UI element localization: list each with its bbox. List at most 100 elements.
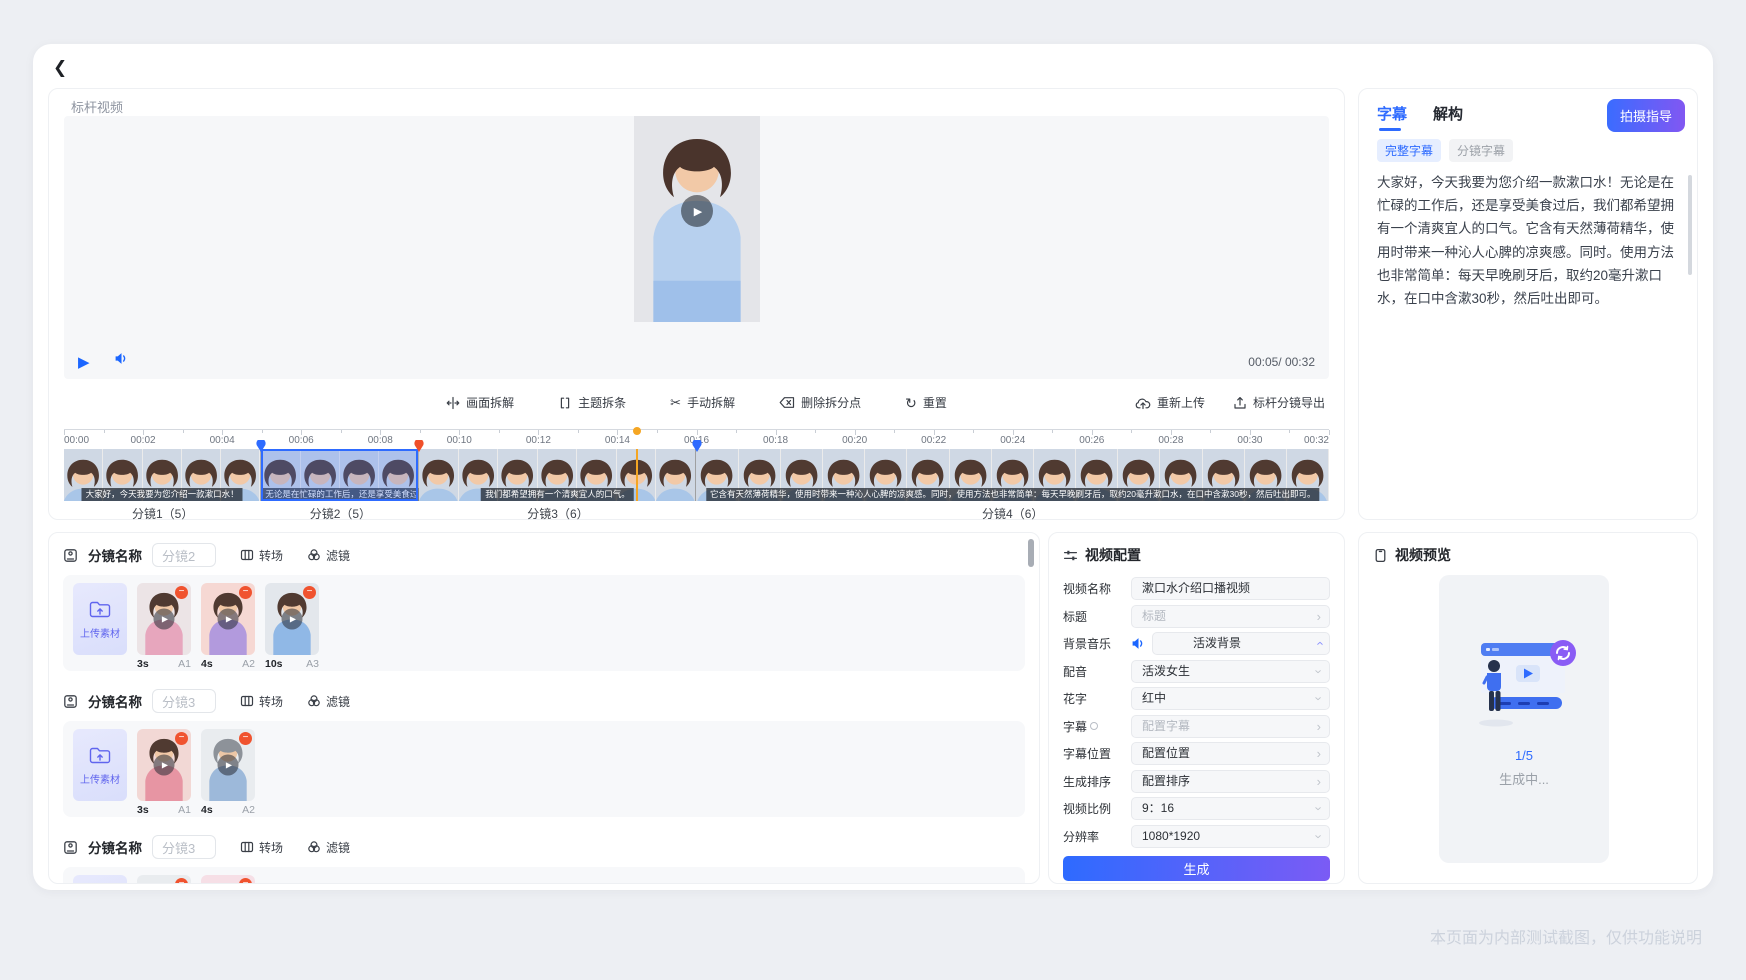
remove-clip-icon[interactable]: − — [303, 586, 316, 599]
config-field-value[interactable]: 漱口水介绍口播视频 — [1131, 577, 1330, 600]
transition-button[interactable]: 转场 — [240, 693, 283, 710]
shots-scrollbar[interactable] — [1028, 539, 1034, 567]
clip-card[interactable]: − ▶ 3s A1 — [137, 729, 191, 809]
clip-thumbnail[interactable]: − ▶ — [137, 583, 191, 655]
clip-tag: A1 — [178, 804, 191, 816]
toolbar-button[interactable]: 删除拆分点 — [779, 394, 861, 411]
config-field-label: 生成排序 — [1063, 773, 1131, 790]
config-field-value[interactable]: 配置排序› — [1131, 770, 1330, 793]
frame-thumbnail[interactable] — [419, 449, 458, 501]
toolbar-button[interactable]: 画面拆解 — [446, 394, 514, 411]
clip-thumbnail[interactable]: − ▶ — [137, 875, 191, 884]
ruler-tick — [1131, 430, 1132, 433]
subtitle-mode-chip[interactable]: 分镜字幕 — [1449, 139, 1513, 162]
clip-card[interactable]: − ▶ 3s A1 — [137, 583, 191, 663]
remove-clip-icon[interactable]: − — [175, 586, 188, 599]
subtitle-tab[interactable]: 解构 — [1433, 103, 1463, 131]
remove-clip-icon[interactable]: − — [175, 732, 188, 745]
play-button[interactable]: ▶ — [78, 353, 90, 371]
filter-button[interactable]: 滤镜 — [307, 547, 350, 564]
clip-card[interactable]: − ▶ — [137, 875, 191, 884]
video-player[interactable]: ▶ ▶ 00:05/ 00:32 — [64, 116, 1329, 379]
config-field-value[interactable]: 红中› — [1131, 687, 1330, 710]
ruler-tick — [262, 430, 263, 433]
clip-play-icon[interactable]: ▶ — [282, 609, 303, 630]
ruler-tick — [1289, 430, 1290, 433]
remove-clip-icon[interactable]: − — [239, 878, 252, 884]
footer-note: 本页面为内部测试截图，仅供功能说明 — [1430, 924, 1702, 948]
frame-thumbnail[interactable] — [261, 449, 300, 501]
clip-thumbnail[interactable]: − ▶ — [265, 583, 319, 655]
shot-name-input[interactable] — [152, 835, 216, 859]
upload-material-card[interactable]: 上传素材 — [73, 729, 127, 801]
config-field-value[interactable]: 1080*1920› — [1131, 825, 1330, 848]
clip-meta: 3s A1 — [137, 804, 191, 816]
clip-card[interactable]: − ▶ 10s A3 — [265, 583, 319, 663]
shot-row: 分镜名称 转场 滤镜 上传素材 − ▶ — [63, 689, 1025, 817]
frame-thumbnail[interactable] — [379, 449, 418, 501]
toolbar-button[interactable]: 标杆分镜导出 — [1233, 394, 1325, 411]
toolbar-button[interactable]: 重新上传 — [1135, 394, 1205, 411]
timeline-segment[interactable]: 它含有天然薄荷精华，使用时带来一种沁人心脾的凉爽感。同时，使用方法也非常简单：每… — [696, 449, 1329, 501]
timeline-segment[interactable]: 我们都希望拥有一个清爽宜人的口气。 — [419, 449, 696, 501]
video-frame[interactable]: ▶ — [634, 116, 760, 322]
clip-play-icon[interactable]: ▶ — [218, 609, 239, 630]
playhead-line[interactable] — [636, 449, 638, 501]
split-marker-end-icon[interactable] — [414, 439, 424, 451]
subtitle-mode-chip[interactable]: 完整字幕 — [1377, 139, 1441, 162]
full-subtitle-text: 大家好，今天我要为您介绍一款漱口水！无论是在忙碌的工作后，还是享受美食过后，我们… — [1377, 171, 1675, 503]
transition-icon — [240, 840, 254, 854]
clip-card[interactable]: − ▶ 4s A2 — [201, 729, 255, 809]
config-field-value[interactable]: 配置位置› — [1131, 742, 1330, 765]
config-field-value[interactable]: 活泼背景› — [1152, 632, 1330, 655]
transition-button[interactable]: 转场 — [240, 839, 283, 856]
playhead-marker-icon[interactable] — [633, 427, 641, 435]
toolbar-button[interactable]: ↻重置 — [905, 394, 947, 411]
shooting-guide-button[interactable]: 拍摄指导 — [1607, 99, 1685, 132]
shot-name-input[interactable] — [152, 689, 216, 713]
clip-play-icon[interactable]: ▶ — [218, 755, 239, 776]
speaker-icon[interactable] — [114, 352, 129, 370]
upload-material-card[interactable]: 上传素材 — [73, 583, 127, 655]
clip-card[interactable]: − ▶ — [201, 875, 255, 884]
filter-button[interactable]: 滤镜 — [307, 693, 350, 710]
clip-thumbnail[interactable]: − ▶ — [201, 875, 255, 884]
play-overlay-icon[interactable]: ▶ — [681, 195, 713, 227]
config-field-value[interactable]: 配置字幕› — [1131, 715, 1330, 738]
transition-button[interactable]: 转场 — [240, 547, 283, 564]
cloud-upload-icon — [1135, 396, 1151, 410]
split-marker-icon[interactable] — [692, 439, 702, 451]
back-button[interactable]: ❮ — [53, 58, 67, 78]
config-field-value[interactable]: 9：16› — [1131, 797, 1330, 820]
clip-duration: 4s — [201, 658, 213, 670]
clip-play-icon[interactable]: ▶ — [154, 755, 175, 776]
split-marker-start-icon[interactable] — [256, 439, 266, 451]
clip-thumbnail[interactable]: − ▶ — [201, 729, 255, 801]
filter-button[interactable]: 滤镜 — [307, 839, 350, 856]
clip-thumbnail[interactable]: − ▶ — [137, 729, 191, 801]
subtitles-scrollbar[interactable] — [1688, 175, 1692, 275]
clip-card[interactable]: − ▶ 4s A2 — [201, 583, 255, 663]
clip-play-icon[interactable]: ▶ — [154, 609, 175, 630]
remove-clip-icon[interactable]: − — [239, 586, 252, 599]
page: ❮ 标杆视频 ▶ ▶ 00:05/ 00:32 画面拆解主题拆条✂手动拆解删除拆… — [0, 0, 1746, 980]
frame-thumbnail[interactable] — [656, 449, 695, 501]
frame-thumbnail[interactable] — [340, 449, 379, 501]
generate-button[interactable]: 生成 — [1063, 856, 1330, 881]
subtitle-tab[interactable]: 字幕 — [1377, 103, 1407, 131]
clip-thumbnail[interactable]: − ▶ — [201, 583, 255, 655]
config-field-value[interactable]: 活泼女生› — [1131, 660, 1330, 683]
timeline-segment[interactable]: 大家好，今天我要为您介绍一款漱口水！ — [64, 449, 261, 501]
ruler-tick — [183, 430, 184, 433]
clip-meta: 4s A2 — [201, 658, 255, 670]
upload-material-card[interactable]: 上传素材 — [73, 875, 127, 884]
toolbar-button[interactable]: 主题拆条 — [558, 394, 626, 411]
shot-name-input[interactable] — [152, 543, 216, 567]
frame-thumbnail[interactable] — [301, 449, 340, 501]
toolbar-button[interactable]: ✂手动拆解 — [670, 394, 735, 411]
segment-label: 分镜1（5） — [64, 501, 261, 519]
remove-clip-icon[interactable]: − — [239, 732, 252, 745]
timeline-segment[interactable]: 无论是在忙碌的工作后，还是享受美食过后， — [261, 449, 419, 501]
remove-clip-icon[interactable]: − — [175, 878, 188, 884]
config-field-value[interactable]: 标题› — [1131, 605, 1330, 628]
